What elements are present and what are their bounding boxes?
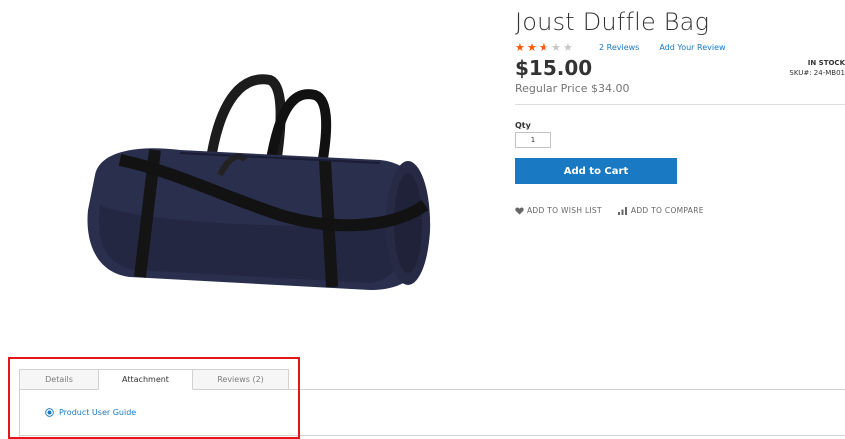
stock-status: IN STOCK [807, 59, 845, 67]
heart-icon [515, 207, 524, 215]
qty-input[interactable] [515, 132, 551, 148]
reviews-link[interactable]: 2 Reviews [599, 43, 639, 52]
product-image[interactable] [70, 55, 440, 300]
add-to-cart-button[interactable]: Add to Cart [515, 158, 677, 184]
product-info: Joust Duffle Bag ★ ★ ★ ★ ★ 2 Reviews Add… [515, 0, 845, 330]
star-icon: ★ [527, 40, 537, 54]
add-review-link[interactable]: Add Your Review [659, 43, 725, 52]
rating-summary: ★ ★ ★ ★ ★ 2 Reviews Add Your Review [515, 40, 726, 54]
star-empty-icon: ★ [563, 40, 573, 54]
tab-attachment[interactable]: Attachment [98, 369, 193, 390]
final-price: $15.00 [515, 56, 593, 80]
stock-info: IN STOCK SKU#: 24-MB01 [789, 59, 845, 77]
divider [515, 104, 845, 105]
compare-icon [617, 206, 627, 215]
compare-label: ADD TO COMPARE [630, 206, 704, 215]
star-icon: ★ [515, 40, 525, 54]
add-to-wishlist-link[interactable]: ADD TO WISH LIST [515, 206, 602, 215]
star-empty-icon: ★ [551, 40, 561, 54]
qty-label: Qty [515, 121, 531, 130]
add-to-compare-link[interactable]: ADD TO COMPARE [617, 206, 704, 215]
product-title: Joust Duffle Bag [515, 8, 710, 36]
product-actions: ADD TO WISH LIST ADD TO COMPARE [515, 206, 704, 215]
wishlist-label: ADD TO WISH LIST [527, 206, 602, 215]
rating-stars: ★ ★ ★ ★ ★ [515, 42, 574, 53]
regular-price: Regular Price $34.00 [515, 82, 630, 95]
star-half-icon: ★ [539, 42, 550, 53]
duffle-bag-photo [87, 74, 431, 290]
sku: SKU#: 24-MB01 [789, 69, 845, 77]
